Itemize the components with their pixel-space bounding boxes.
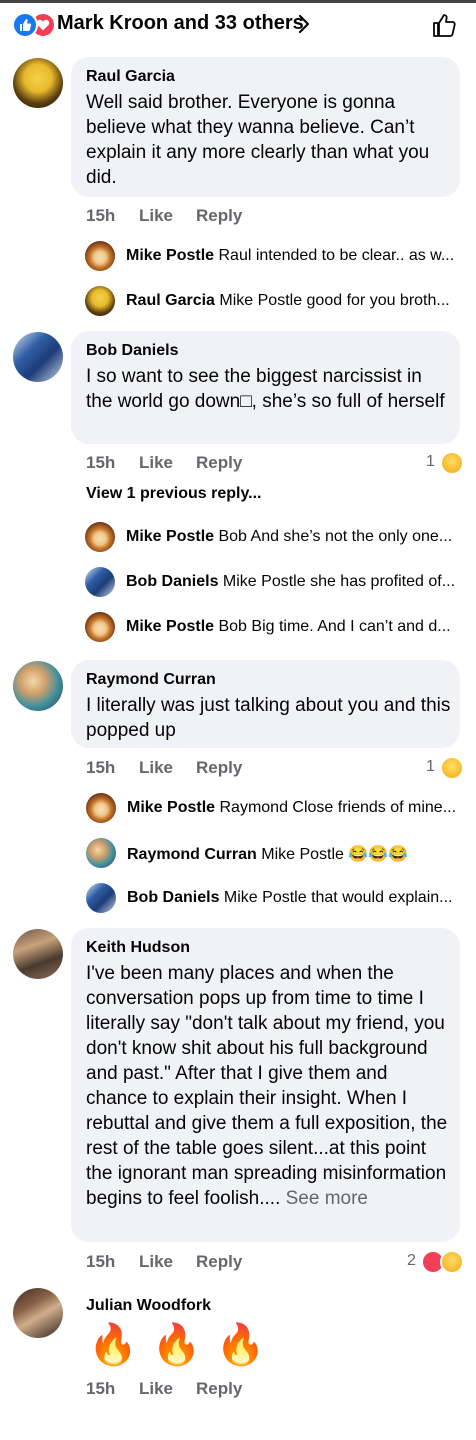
- reactions-summary[interactable]: Mark Kroon and 33 others: [57, 12, 304, 35]
- avatar[interactable]: [13, 58, 63, 108]
- avatar[interactable]: [85, 612, 115, 642]
- reply-button[interactable]: Reply: [196, 206, 242, 226]
- reply-text: Mike Postle 😂😂😂: [261, 846, 409, 863]
- reply-preview[interactable]: Mike Postle Raul intended to be clear.. …: [126, 247, 454, 265]
- reply-author[interactable]: Raul Garcia: [126, 292, 215, 309]
- avatar[interactable]: [85, 241, 115, 271]
- avatar[interactable]: [13, 1288, 63, 1338]
- comment-time[interactable]: 15h: [86, 1379, 115, 1399]
- haha-reaction-icon: [440, 756, 464, 780]
- comment-bubble: Bob Daniels I so want to see the biggest…: [71, 331, 460, 444]
- reply-text: Mike Postle good for you broth...: [219, 292, 450, 309]
- avatar[interactable]: [86, 838, 116, 868]
- comment-time[interactable]: 15h: [86, 1252, 115, 1272]
- reply-preview[interactable]: Mike Postle Raymond Close friends of min…: [127, 799, 456, 817]
- fire-emoji-comment: 🔥🔥🔥: [88, 1323, 280, 1367]
- reply-preview[interactable]: Mike Postle Bob Big time. And I can’t an…: [126, 618, 451, 636]
- comment-author[interactable]: Raymond Curran: [86, 671, 216, 689]
- comment-bubble: Raymond Curran I literally was just talk…: [71, 660, 460, 748]
- view-previous-replies[interactable]: View 1 previous reply...: [86, 485, 261, 503]
- comment-text: I literally was just talking about you a…: [86, 695, 451, 741]
- comment-author[interactable]: Bob Daniels: [86, 342, 178, 360]
- like-button[interactable]: Like: [139, 758, 173, 778]
- comment-author[interactable]: Keith Hudson: [86, 939, 190, 957]
- avatar[interactable]: [86, 883, 116, 913]
- reply-author[interactable]: Bob Daniels: [127, 889, 219, 906]
- reply-preview[interactable]: Raymond Curran Mike Postle 😂😂😂: [127, 844, 408, 864]
- comment-time[interactable]: 15h: [86, 453, 115, 473]
- reply-text: Raymond Close friends of mine...: [219, 799, 457, 816]
- like-button[interactable]: Like: [139, 206, 173, 226]
- avatar[interactable]: [86, 793, 116, 823]
- avatar[interactable]: [13, 929, 63, 979]
- reply-preview[interactable]: Raul Garcia Mike Postle good for you bro…: [126, 292, 450, 310]
- reply-preview[interactable]: Bob Daniels Mike Postle she has profited…: [126, 573, 455, 591]
- wow-reaction-icon: [440, 451, 464, 475]
- wow-reaction-icon: [440, 1250, 464, 1274]
- reply-author[interactable]: Mike Postle: [126, 618, 214, 635]
- reply-button[interactable]: Reply: [196, 1252, 242, 1272]
- comment-text: I so want to see the biggest narcissist …: [86, 366, 445, 412]
- comment-bubble: Raul Garcia Well said brother. Everyone …: [71, 57, 460, 197]
- reply-author[interactable]: Raymond Curran: [127, 846, 257, 863]
- like-button[interactable]: Like: [139, 1379, 173, 1399]
- reply-button[interactable]: Reply: [196, 453, 242, 473]
- see-more-link[interactable]: See more: [286, 1188, 368, 1209]
- avatar[interactable]: [85, 286, 115, 316]
- avatar[interactable]: [85, 522, 115, 552]
- thumbs-up-icon[interactable]: [430, 11, 458, 39]
- reactions-header[interactable]: Mark Kroon and 33 others: [0, 0, 476, 44]
- comment-time[interactable]: 15h: [86, 206, 115, 226]
- reaction-count[interactable]: 1: [426, 758, 435, 776]
- reply-button[interactable]: Reply: [196, 758, 242, 778]
- comment-author[interactable]: Raul Garcia: [86, 68, 175, 86]
- avatar[interactable]: [13, 661, 63, 711]
- like-button[interactable]: Like: [139, 453, 173, 473]
- reply-text: Raul intended to be clear.. as w...: [218, 247, 455, 264]
- reply-text: Mike Postle that would explain...: [223, 889, 453, 906]
- reply-author[interactable]: Mike Postle: [127, 799, 215, 816]
- comment-time[interactable]: 15h: [86, 758, 115, 778]
- reaction-count[interactable]: 2: [407, 1252, 416, 1270]
- like-button[interactable]: Like: [139, 1252, 173, 1272]
- chevron-right-icon[interactable]: [297, 14, 311, 34]
- like-icon: [12, 12, 38, 38]
- reply-button[interactable]: Reply: [196, 1379, 242, 1399]
- comment-author[interactable]: Julian Woodfork: [86, 1297, 211, 1315]
- reply-text: Bob Big time. And I can’t and d...: [218, 618, 451, 635]
- reply-preview[interactable]: Bob Daniels Mike Postle that would expla…: [127, 889, 452, 907]
- comment-text: Well said brother. Everyone is gonna bel…: [86, 92, 430, 188]
- avatar[interactable]: [13, 332, 63, 382]
- reply-preview[interactable]: Mike Postle Bob And she’s not the only o…: [126, 528, 452, 546]
- reply-author[interactable]: Mike Postle: [126, 528, 214, 545]
- reply-author[interactable]: Bob Daniels: [126, 573, 218, 590]
- avatar[interactable]: [85, 567, 115, 597]
- reply-text: Bob And she’s not the only one...: [218, 528, 453, 545]
- reaction-count[interactable]: 1: [426, 453, 435, 471]
- reply-author[interactable]: Mike Postle: [126, 247, 214, 264]
- reply-text: Mike Postle she has profited of...: [222, 573, 456, 590]
- comment-text: I've been many places and when the conve…: [86, 963, 448, 1209]
- comment-bubble: Keith Hudson I've been many places and w…: [71, 928, 460, 1242]
